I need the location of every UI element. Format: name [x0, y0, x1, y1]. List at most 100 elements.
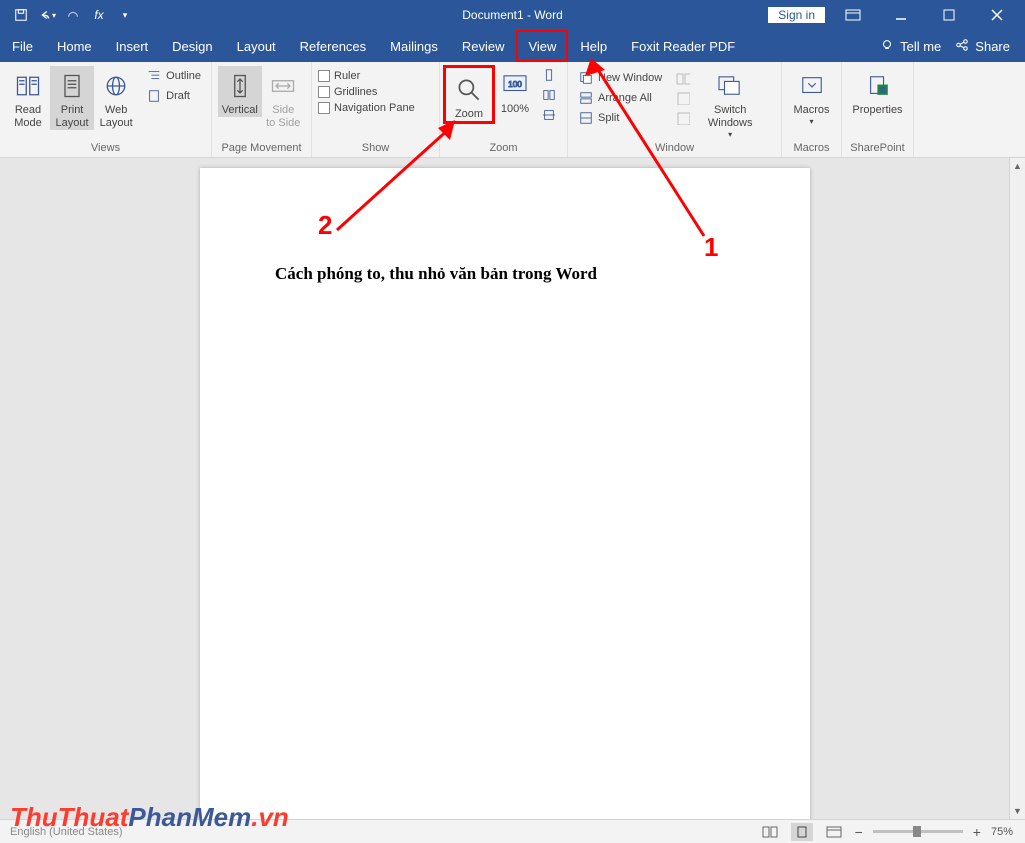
qat-more-icon[interactable]: ▾: [114, 4, 136, 26]
hundred-percent-label: 100%: [501, 103, 529, 116]
tell-me-label: Tell me: [900, 39, 941, 54]
vertical-scrollbar[interactable]: ▲ ▼: [1009, 158, 1025, 819]
outline-icon: [146, 68, 162, 84]
maximize-icon[interactable]: [929, 5, 969, 25]
nav-pane-label: Navigation Pane: [334, 102, 415, 114]
side-by-side-icon: [675, 70, 691, 86]
menu-home[interactable]: Home: [45, 30, 104, 62]
save-icon[interactable]: [10, 4, 32, 26]
sync-scroll-icon: [675, 90, 691, 106]
redo-icon[interactable]: [62, 4, 84, 26]
reset-window-button: [671, 108, 695, 128]
menu-references[interactable]: References: [288, 30, 378, 62]
group-zoom: Zoom 100 100% Zoom: [440, 62, 568, 157]
new-window-label: New Window: [598, 72, 662, 84]
gridlines-label: Gridlines: [334, 86, 377, 98]
zoom-icon: [453, 74, 485, 106]
zoom-out-button[interactable]: −: [855, 824, 863, 840]
minimize-icon[interactable]: [881, 5, 921, 25]
gridlines-checkbox[interactable]: Gridlines: [318, 84, 415, 100]
chevron-down-icon: ▾: [809, 117, 813, 127]
document-text[interactable]: Cách phóng to, thu nhỏ văn bản trong Wor…: [275, 264, 597, 284]
menu-layout[interactable]: Layout: [225, 30, 288, 62]
sharepoint-group-label: SharePoint: [842, 142, 913, 157]
undo-icon[interactable]: ▾: [36, 4, 58, 26]
scroll-up-icon[interactable]: ▲: [1010, 158, 1025, 174]
checkbox-icon: [318, 102, 330, 114]
menu-insert[interactable]: Insert: [104, 30, 161, 62]
web-layout-icon: [100, 70, 132, 102]
share-button[interactable]: Share: [955, 38, 1010, 55]
switch-windows-label: Switch Windows: [708, 104, 753, 130]
menu-file[interactable]: File: [0, 30, 45, 62]
zoom-slider-thumb[interactable]: [913, 826, 921, 837]
read-mode-button[interactable]: Read Mode: [6, 66, 50, 130]
ribbon-display-icon[interactable]: [833, 5, 873, 25]
menu-view[interactable]: View: [516, 30, 568, 62]
page-width-button[interactable]: [537, 105, 561, 125]
chevron-down-icon: ▾: [728, 130, 732, 140]
document-page[interactable]: Cách phóng to, thu nhỏ văn bản trong Wor…: [200, 168, 810, 819]
macros-group-label: Macros: [782, 142, 841, 157]
read-mode-view-icon[interactable]: [759, 823, 781, 841]
macros-button[interactable]: Macros ▾: [788, 66, 835, 127]
menu-help[interactable]: Help: [568, 30, 619, 62]
views-group-label: Views: [0, 142, 211, 157]
ruler-checkbox[interactable]: Ruler: [318, 68, 415, 84]
document-area[interactable]: Cách phóng to, thu nhỏ văn bản trong Wor…: [0, 158, 1009, 819]
group-sharepoint: S Properties SharePoint: [842, 62, 914, 157]
view-side-by-side-button: [671, 68, 695, 88]
print-layout-label: Print Layout: [56, 104, 89, 130]
arrange-all-label: Arrange All: [598, 92, 652, 104]
outline-button[interactable]: Outline: [142, 66, 205, 86]
svg-text:S: S: [880, 85, 885, 94]
checkbox-icon: [318, 70, 330, 82]
side-to-side-button[interactable]: Side to Side: [262, 66, 306, 130]
vertical-label: Vertical: [222, 104, 258, 117]
menu-mailings[interactable]: Mailings: [378, 30, 450, 62]
split-button[interactable]: Split: [574, 108, 666, 128]
group-window: New Window Arrange All Split Switch Wind…: [568, 62, 782, 157]
split-label: Split: [598, 112, 619, 124]
menu-foxit[interactable]: Foxit Reader PDF: [619, 30, 747, 62]
status-language[interactable]: English (United States): [0, 826, 123, 838]
outline-label: Outline: [166, 70, 201, 82]
print-layout-view-icon[interactable]: [791, 823, 813, 841]
new-window-button[interactable]: New Window: [574, 68, 666, 88]
menu-review[interactable]: Review: [450, 30, 517, 62]
checkbox-icon: [318, 86, 330, 98]
web-layout-label: Web Layout: [100, 104, 133, 130]
web-layout-view-icon[interactable]: [823, 823, 845, 841]
zoom-level[interactable]: 75%: [991, 826, 1013, 838]
web-layout-button[interactable]: Web Layout: [94, 66, 138, 130]
arrange-all-button[interactable]: Arrange All: [574, 88, 666, 108]
close-icon[interactable]: [977, 5, 1017, 25]
zoom-button[interactable]: Zoom: [443, 65, 495, 124]
scroll-down-icon[interactable]: ▼: [1010, 803, 1025, 819]
sign-in-button[interactable]: Sign in: [768, 7, 825, 23]
hundred-percent-icon: 100: [499, 69, 531, 101]
macros-icon: [796, 70, 828, 102]
properties-button[interactable]: S Properties: [848, 66, 907, 117]
share-label: Share: [975, 39, 1010, 54]
zoom-slider[interactable]: [873, 830, 963, 833]
page-width-icon: [541, 107, 557, 123]
zoom-group-label: Zoom: [440, 142, 567, 157]
show-group-label: Show: [312, 142, 439, 157]
switch-windows-button[interactable]: Switch Windows ▾: [700, 66, 760, 140]
vertical-button[interactable]: Vertical: [218, 66, 262, 117]
nav-pane-checkbox[interactable]: Navigation Pane: [318, 100, 415, 116]
window-group-label: Window: [568, 142, 781, 157]
hundred-percent-button[interactable]: 100 100%: [495, 65, 535, 116]
one-page-button[interactable]: [537, 65, 561, 85]
print-layout-button[interactable]: Print Layout: [50, 66, 94, 130]
svg-text:100: 100: [508, 80, 522, 89]
tell-me[interactable]: Tell me: [880, 38, 941, 55]
zoom-in-button[interactable]: +: [973, 824, 981, 840]
multi-page-icon: [541, 87, 557, 103]
multi-page-button[interactable]: [537, 85, 561, 105]
page-movement-group-label: Page Movement: [212, 142, 311, 157]
menu-design[interactable]: Design: [160, 30, 224, 62]
arrange-all-icon: [578, 90, 594, 106]
draft-button[interactable]: Draft: [142, 86, 205, 106]
